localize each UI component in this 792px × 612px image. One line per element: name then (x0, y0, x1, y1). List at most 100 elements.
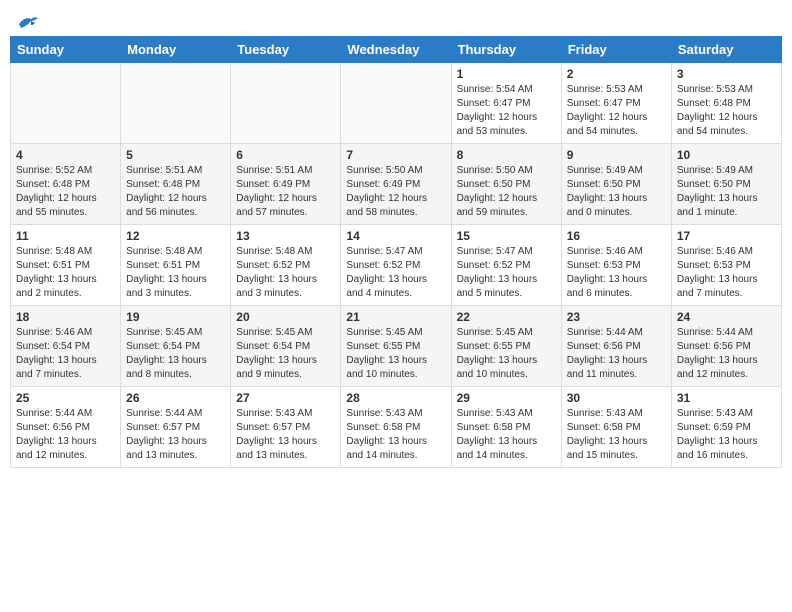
calendar-cell: 31Sunrise: 5:43 AM Sunset: 6:59 PM Dayli… (671, 387, 781, 468)
day-info: Sunrise: 5:48 AM Sunset: 6:51 PM Dayligh… (16, 245, 115, 301)
day-number: 10 (677, 148, 776, 162)
day-info: Sunrise: 5:43 AM Sunset: 6:58 PM Dayligh… (567, 407, 666, 463)
weekday-wednesday: Wednesday (341, 37, 451, 63)
day-info: Sunrise: 5:48 AM Sunset: 6:51 PM Dayligh… (126, 245, 225, 301)
day-info: Sunrise: 5:49 AM Sunset: 6:50 PM Dayligh… (677, 164, 776, 220)
day-number: 8 (457, 148, 556, 162)
logo-bird-icon (17, 14, 39, 32)
calendar-table: SundayMondayTuesdayWednesdayThursdayFrid… (10, 36, 782, 468)
calendar-cell: 17 Sunrise: 5:46 AM Sunset: 6:53 PM Dayli… (671, 225, 781, 306)
calendar-cell: 30 Sunrise: 5:43 AM Sunset: 6:58 PM Dayli… (561, 387, 671, 468)
calendar-cell: 28 Sunrise: 5:43 AM Sunset: 6:58 PM Dayli… (341, 387, 451, 468)
day-info: Sunrise: 5:51 AM Sunset: 6:48 PM Dayligh… (126, 164, 225, 220)
calendar-cell (341, 63, 451, 144)
calendar-cell: 6 Sunrise: 5:51 AM Sunset: 6:49 PM Daylig… (231, 144, 341, 225)
weekday-friday: Friday (561, 37, 671, 63)
weekday-thursday: Thursday (451, 37, 561, 63)
calendar-cell: 3 Sunrise: 5:53 AM Sunset: 6:48 PM Daylig… (671, 63, 781, 144)
calendar-cell: 19 Sunrise: 5:45 AM Sunset: 6:54 PM Dayli… (121, 306, 231, 387)
calendar-row-2: 11 Sunrise: 5:48 AM Sunset: 6:51 PM Dayli… (11, 225, 782, 306)
day-info: Sunrise: 5:43 AM Sunset: 6:59 PM Dayligh… (677, 407, 776, 463)
day-info: Sunrise: 5:47 AM Sunset: 6:52 PM Dayligh… (457, 245, 556, 301)
calendar-cell: 10 Sunrise: 5:49 AM Sunset: 6:50 PM Dayli… (671, 144, 781, 225)
calendar-cell: 11 Sunrise: 5:48 AM Sunset: 6:51 PM Dayli… (11, 225, 121, 306)
day-info: Sunrise: 5:49 AM Sunset: 6:50 PM Dayligh… (567, 164, 666, 220)
day-number: 30 (567, 391, 666, 405)
day-number: 15 (457, 229, 556, 243)
day-info: Sunrise: 5:47 AM Sunset: 6:52 PM Dayligh… (346, 245, 445, 301)
day-info: Sunrise: 5:44 AM Sunset: 6:56 PM Dayligh… (677, 326, 776, 382)
day-info: Sunrise: 5:43 AM Sunset: 6:58 PM Dayligh… (457, 407, 556, 463)
day-info: Sunrise: 5:51 AM Sunset: 6:49 PM Dayligh… (236, 164, 335, 220)
day-info: Sunrise: 5:43 AM Sunset: 6:57 PM Dayligh… (236, 407, 335, 463)
day-info: Sunrise: 5:54 AM Sunset: 6:47 PM Dayligh… (457, 83, 556, 139)
day-number: 26 (126, 391, 225, 405)
day-number: 14 (346, 229, 445, 243)
day-info: Sunrise: 5:50 AM Sunset: 6:49 PM Dayligh… (346, 164, 445, 220)
day-info: Sunrise: 5:46 AM Sunset: 6:53 PM Dayligh… (567, 245, 666, 301)
calendar-cell (121, 63, 231, 144)
calendar-cell: 7 Sunrise: 5:50 AM Sunset: 6:49 PM Daylig… (341, 144, 451, 225)
calendar-cell: 8 Sunrise: 5:50 AM Sunset: 6:50 PM Daylig… (451, 144, 561, 225)
day-number: 21 (346, 310, 445, 324)
weekday-saturday: Saturday (671, 37, 781, 63)
day-info: Sunrise: 5:48 AM Sunset: 6:52 PM Dayligh… (236, 245, 335, 301)
day-number: 9 (567, 148, 666, 162)
day-info: Sunrise: 5:52 AM Sunset: 6:48 PM Dayligh… (16, 164, 115, 220)
calendar-cell (231, 63, 341, 144)
day-info: Sunrise: 5:44 AM Sunset: 6:57 PM Dayligh… (126, 407, 225, 463)
day-number: 29 (457, 391, 556, 405)
day-info: Sunrise: 5:46 AM Sunset: 6:53 PM Dayligh… (677, 245, 776, 301)
day-number: 19 (126, 310, 225, 324)
day-info: Sunrise: 5:45 AM Sunset: 6:55 PM Dayligh… (346, 326, 445, 382)
day-info: Sunrise: 5:45 AM Sunset: 6:54 PM Dayligh… (126, 326, 225, 382)
calendar-body: 1 Sunrise: 5:54 AM Sunset: 6:47 PM Daylig… (11, 63, 782, 468)
day-number: 20 (236, 310, 335, 324)
day-info: Sunrise: 5:45 AM Sunset: 6:55 PM Dayligh… (457, 326, 556, 382)
calendar-cell: 12 Sunrise: 5:48 AM Sunset: 6:51 PM Dayli… (121, 225, 231, 306)
weekday-tuesday: Tuesday (231, 37, 341, 63)
day-info: Sunrise: 5:44 AM Sunset: 6:56 PM Dayligh… (16, 407, 115, 463)
day-number: 12 (126, 229, 225, 243)
day-info: Sunrise: 5:50 AM Sunset: 6:50 PM Dayligh… (457, 164, 556, 220)
calendar-cell: 27 Sunrise: 5:43 AM Sunset: 6:57 PM Dayli… (231, 387, 341, 468)
day-info: Sunrise: 5:43 AM Sunset: 6:58 PM Dayligh… (346, 407, 445, 463)
day-number: 27 (236, 391, 335, 405)
day-number: 25 (16, 391, 115, 405)
weekday-header-row: SundayMondayTuesdayWednesdayThursdayFrid… (11, 37, 782, 63)
calendar-cell: 1 Sunrise: 5:54 AM Sunset: 6:47 PM Daylig… (451, 63, 561, 144)
day-info: Sunrise: 5:44 AM Sunset: 6:56 PM Dayligh… (567, 326, 666, 382)
day-number: 28 (346, 391, 445, 405)
calendar-row-0: 1 Sunrise: 5:54 AM Sunset: 6:47 PM Daylig… (11, 63, 782, 144)
day-number: 3 (677, 67, 776, 81)
day-number: 17 (677, 229, 776, 243)
day-number: 11 (16, 229, 115, 243)
calendar-cell: 16 Sunrise: 5:46 AM Sunset: 6:53 PM Dayli… (561, 225, 671, 306)
calendar-row-3: 18Sunrise: 5:46 AM Sunset: 6:54 PM Dayli… (11, 306, 782, 387)
calendar-row-4: 25 Sunrise: 5:44 AM Sunset: 6:56 PM Dayli… (11, 387, 782, 468)
day-info: Sunrise: 5:46 AM Sunset: 6:54 PM Dayligh… (16, 326, 115, 382)
day-number: 22 (457, 310, 556, 324)
day-number: 5 (126, 148, 225, 162)
calendar-cell: 2Sunrise: 5:53 AM Sunset: 6:47 PM Daylig… (561, 63, 671, 144)
calendar-cell: 5 Sunrise: 5:51 AM Sunset: 6:48 PM Daylig… (121, 144, 231, 225)
calendar-cell: 22 Sunrise: 5:45 AM Sunset: 6:55 PM Dayli… (451, 306, 561, 387)
day-number: 2 (567, 67, 666, 81)
weekday-sunday: Sunday (11, 37, 121, 63)
calendar-cell: 13 Sunrise: 5:48 AM Sunset: 6:52 PM Dayli… (231, 225, 341, 306)
calendar-cell: 21 Sunrise: 5:45 AM Sunset: 6:55 PM Dayli… (341, 306, 451, 387)
day-number: 1 (457, 67, 556, 81)
day-info: Sunrise: 5:53 AM Sunset: 6:48 PM Dayligh… (677, 83, 776, 139)
calendar-cell: 15 Sunrise: 5:47 AM Sunset: 6:52 PM Dayli… (451, 225, 561, 306)
calendar-cell: 18Sunrise: 5:46 AM Sunset: 6:54 PM Dayli… (11, 306, 121, 387)
day-number: 7 (346, 148, 445, 162)
day-number: 6 (236, 148, 335, 162)
calendar-row-1: 4 Sunrise: 5:52 AM Sunset: 6:48 PM Daylig… (11, 144, 782, 225)
calendar-cell: 24Sunrise: 5:44 AM Sunset: 6:56 PM Dayli… (671, 306, 781, 387)
calendar-cell (11, 63, 121, 144)
day-number: 16 (567, 229, 666, 243)
calendar-cell: 4 Sunrise: 5:52 AM Sunset: 6:48 PM Daylig… (11, 144, 121, 225)
day-number: 4 (16, 148, 115, 162)
day-number: 13 (236, 229, 335, 243)
logo (15, 14, 39, 32)
